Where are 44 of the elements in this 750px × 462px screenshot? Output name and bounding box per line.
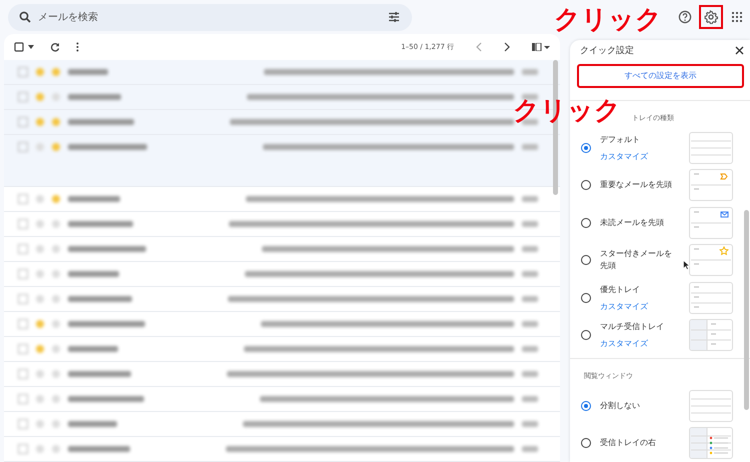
layout-preview-icon (689, 169, 733, 202)
option-label: スター付きメールを先頭 (600, 248, 673, 272)
option-label: マルチ受信トレイ (600, 321, 664, 334)
radio-button[interactable] (581, 292, 591, 303)
layout-preview-icon (689, 132, 733, 164)
chevron-right-icon[interactable] (504, 42, 510, 52)
radio-button[interactable] (581, 400, 591, 411)
option-label: 重要なメールを先頭 (600, 179, 672, 192)
option-label: 分割しない (600, 400, 640, 412)
close-icon[interactable] (735, 46, 744, 54)
layout-preview-icon (689, 390, 733, 422)
layout-preview-icon (689, 244, 733, 276)
radio-button[interactable] (581, 142, 591, 153)
search-field[interactable]: メールを検索 (8, 4, 412, 30)
option-label: 優先トレイ (600, 284, 640, 296)
split-view-icon[interactable] (532, 43, 550, 51)
option-label: 未読メールを先頭 (600, 216, 664, 229)
radio-button[interactable] (581, 218, 591, 228)
radio-button[interactable] (581, 180, 591, 190)
filter-sliders-icon[interactable] (388, 10, 400, 22)
all-settings-button[interactable]: すべての設定を表示 (577, 64, 744, 88)
more-vertical-icon[interactable] (76, 42, 79, 52)
refresh-icon[interactable] (50, 42, 60, 52)
search-icon[interactable] (19, 10, 31, 22)
layout-preview-icon (689, 206, 733, 239)
radio-button[interactable] (581, 255, 591, 266)
option-label: 受信トレイの右 (600, 437, 656, 450)
customize-link[interactable]: カスタマイズ (600, 338, 648, 350)
customize-link[interactable]: カスタマイズ (600, 300, 648, 312)
annotation-text: クリック (513, 96, 621, 126)
panel-title: クイック設定 (580, 44, 634, 56)
layout-preview-icon (689, 319, 733, 352)
annotation-text: クリック (554, 5, 662, 35)
radio-button[interactable] (581, 438, 591, 448)
settings-icon[interactable] (699, 5, 723, 29)
scrollbar-thumb[interactable] (744, 210, 749, 410)
layout-preview-icon (689, 427, 733, 460)
radio-button[interactable] (581, 330, 591, 340)
layout-preview-icon (689, 282, 733, 314)
caret-down-icon[interactable] (28, 45, 34, 49)
mouse-pointer-icon (683, 260, 690, 270)
checkbox-icon[interactable] (14, 42, 24, 52)
option-label: デフォルト (600, 134, 640, 146)
customize-link[interactable]: カスタマイズ (600, 150, 648, 162)
